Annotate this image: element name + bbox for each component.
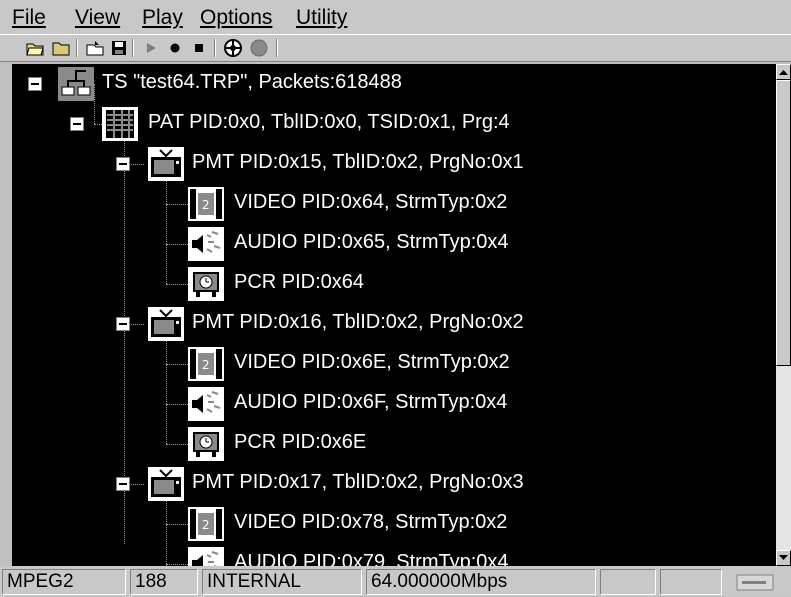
film-icon: 2	[188, 187, 224, 221]
open-folder-icon[interactable]	[24, 37, 46, 59]
menu-play[interactable]: Play	[142, 6, 183, 30]
collapse-icon[interactable]	[116, 157, 130, 171]
status-rate: 64.000000Mbps	[366, 569, 596, 595]
tree-node-audio[interactable]: AUDIO PID:0x6F, StrmTyp:0x4	[12, 384, 776, 424]
tv-icon	[148, 467, 184, 501]
ts-label: TS "test64.TRP", Packets:618488	[102, 71, 402, 93]
speaker-icon	[188, 387, 224, 421]
svg-text:2: 2	[202, 358, 210, 372]
svg-text:2: 2	[202, 198, 210, 212]
tree-node-pcr[interactable]: PCR PID:0x6E	[12, 424, 776, 464]
video-label: VIDEO PID:0x64, StrmTyp:0x2	[234, 191, 508, 213]
svg-text:2: 2	[202, 518, 210, 532]
stop-icon[interactable]	[188, 37, 210, 59]
transport-stream-tree[interactable]: TS "test64.TRP", Packets:618488 PAT PID:…	[12, 64, 776, 566]
status-bar: MPEG2 188 INTERNAL 64.000000Mbps	[0, 566, 791, 596]
video-label: VIDEO PID:0x6E, StrmTyp:0x2	[234, 351, 510, 373]
video-label: VIDEO PID:0x78, StrmTyp:0x2	[234, 511, 508, 533]
toolbar-separator	[132, 39, 134, 57]
scroll-thumb[interactable]	[776, 80, 791, 366]
menu-options[interactable]: Options	[200, 6, 272, 30]
pmt-label: PMT PID:0x17, TblID:0x2, PrgNo:0x3	[192, 471, 524, 493]
tree-node-pmt[interactable]: PMT PID:0x16, TblID:0x2, PrgNo:0x2	[12, 304, 776, 344]
tree-node-audio[interactable]: AUDIO PID:0x79, StrmTyp:0x4	[12, 544, 776, 566]
pcr-label: PCR PID:0x6E	[234, 431, 367, 453]
pat-label: PAT PID:0x0, TblID:0x0, TSID:0x1, Prg:4	[148, 111, 510, 133]
disk-drive-icon	[736, 572, 776, 592]
network-icon	[58, 67, 94, 101]
audio-label: AUDIO PID:0x65, StrmTyp:0x4	[234, 231, 509, 253]
menu-view[interactable]: View	[75, 6, 120, 30]
audio-label: AUDIO PID:0x79, StrmTyp:0x4	[234, 551, 509, 566]
play-icon[interactable]	[140, 37, 162, 59]
tree-node-video[interactable]: 2 VIDEO PID:0x64, StrmTyp:0x2	[12, 184, 776, 224]
menu-file[interactable]: File	[12, 6, 46, 30]
tree-node-ts[interactable]: TS "test64.TRP", Packets:618488	[12, 64, 776, 104]
film-icon: 2	[188, 507, 224, 541]
collapse-icon[interactable]	[70, 117, 84, 131]
clock-icon	[188, 267, 224, 301]
collapse-icon[interactable]	[116, 477, 130, 491]
arrow-up-icon	[779, 70, 788, 75]
collapse-icon[interactable]	[28, 77, 42, 91]
status-packet-size: 188	[130, 569, 198, 595]
pmt-label: PMT PID:0x16, TblID:0x2, PrgNo:0x2	[192, 311, 524, 333]
tree-node-pmt[interactable]: PMT PID:0x17, TblID:0x2, PrgNo:0x3	[12, 464, 776, 504]
speaker-icon	[188, 547, 224, 566]
save-icon[interactable]	[108, 37, 130, 59]
status-clock: INTERNAL	[202, 569, 362, 595]
scroll-up-button[interactable]	[776, 64, 791, 80]
tree-node-video[interactable]: 2 VIDEO PID:0x6E, StrmTyp:0x2	[12, 344, 776, 384]
tree-node-pat[interactable]: PAT PID:0x0, TblID:0x0, TSID:0x1, Prg:4	[12, 104, 776, 144]
vertical-scrollbar[interactable]	[776, 64, 791, 566]
open-file-icon[interactable]	[84, 37, 106, 59]
toolbar	[0, 34, 791, 62]
menu-utility[interactable]: Utility	[296, 6, 347, 30]
clock-icon	[188, 427, 224, 461]
toolbar-separator	[214, 39, 216, 57]
pcr-label: PCR PID:0x64	[234, 271, 365, 293]
speaker-icon	[188, 227, 224, 261]
arrow-down-icon	[779, 555, 788, 560]
tree-node-pmt[interactable]: PMT PID:0x15, TblID:0x2, PrgNo:0x1	[12, 144, 776, 184]
status-format: MPEG2	[2, 569, 126, 595]
record-icon[interactable]	[164, 37, 186, 59]
toolbar-separator	[76, 39, 78, 57]
tv-icon	[148, 147, 184, 181]
film-icon: 2	[188, 347, 224, 381]
tree-node-video[interactable]: 2 VIDEO PID:0x78, StrmTyp:0x2	[12, 504, 776, 544]
status-panel	[660, 569, 722, 595]
status-led-icon	[248, 37, 270, 59]
folder-icon[interactable]	[50, 37, 72, 59]
settings-icon[interactable]	[222, 37, 244, 59]
tree-node-pcr[interactable]: PCR PID:0x64	[12, 264, 776, 304]
scroll-down-button[interactable]	[776, 550, 791, 566]
tv-icon	[148, 307, 184, 341]
status-panel	[600, 569, 656, 595]
pmt-label: PMT PID:0x15, TblID:0x2, PrgNo:0x1	[192, 151, 524, 173]
tree-node-audio[interactable]: AUDIO PID:0x65, StrmTyp:0x4	[12, 224, 776, 264]
toolbar-separator	[276, 39, 278, 57]
menu-bar: File View Play Options Utility	[0, 0, 791, 34]
collapse-icon[interactable]	[116, 317, 130, 331]
table-icon	[102, 107, 138, 141]
audio-label: AUDIO PID:0x6F, StrmTyp:0x4	[234, 391, 508, 413]
